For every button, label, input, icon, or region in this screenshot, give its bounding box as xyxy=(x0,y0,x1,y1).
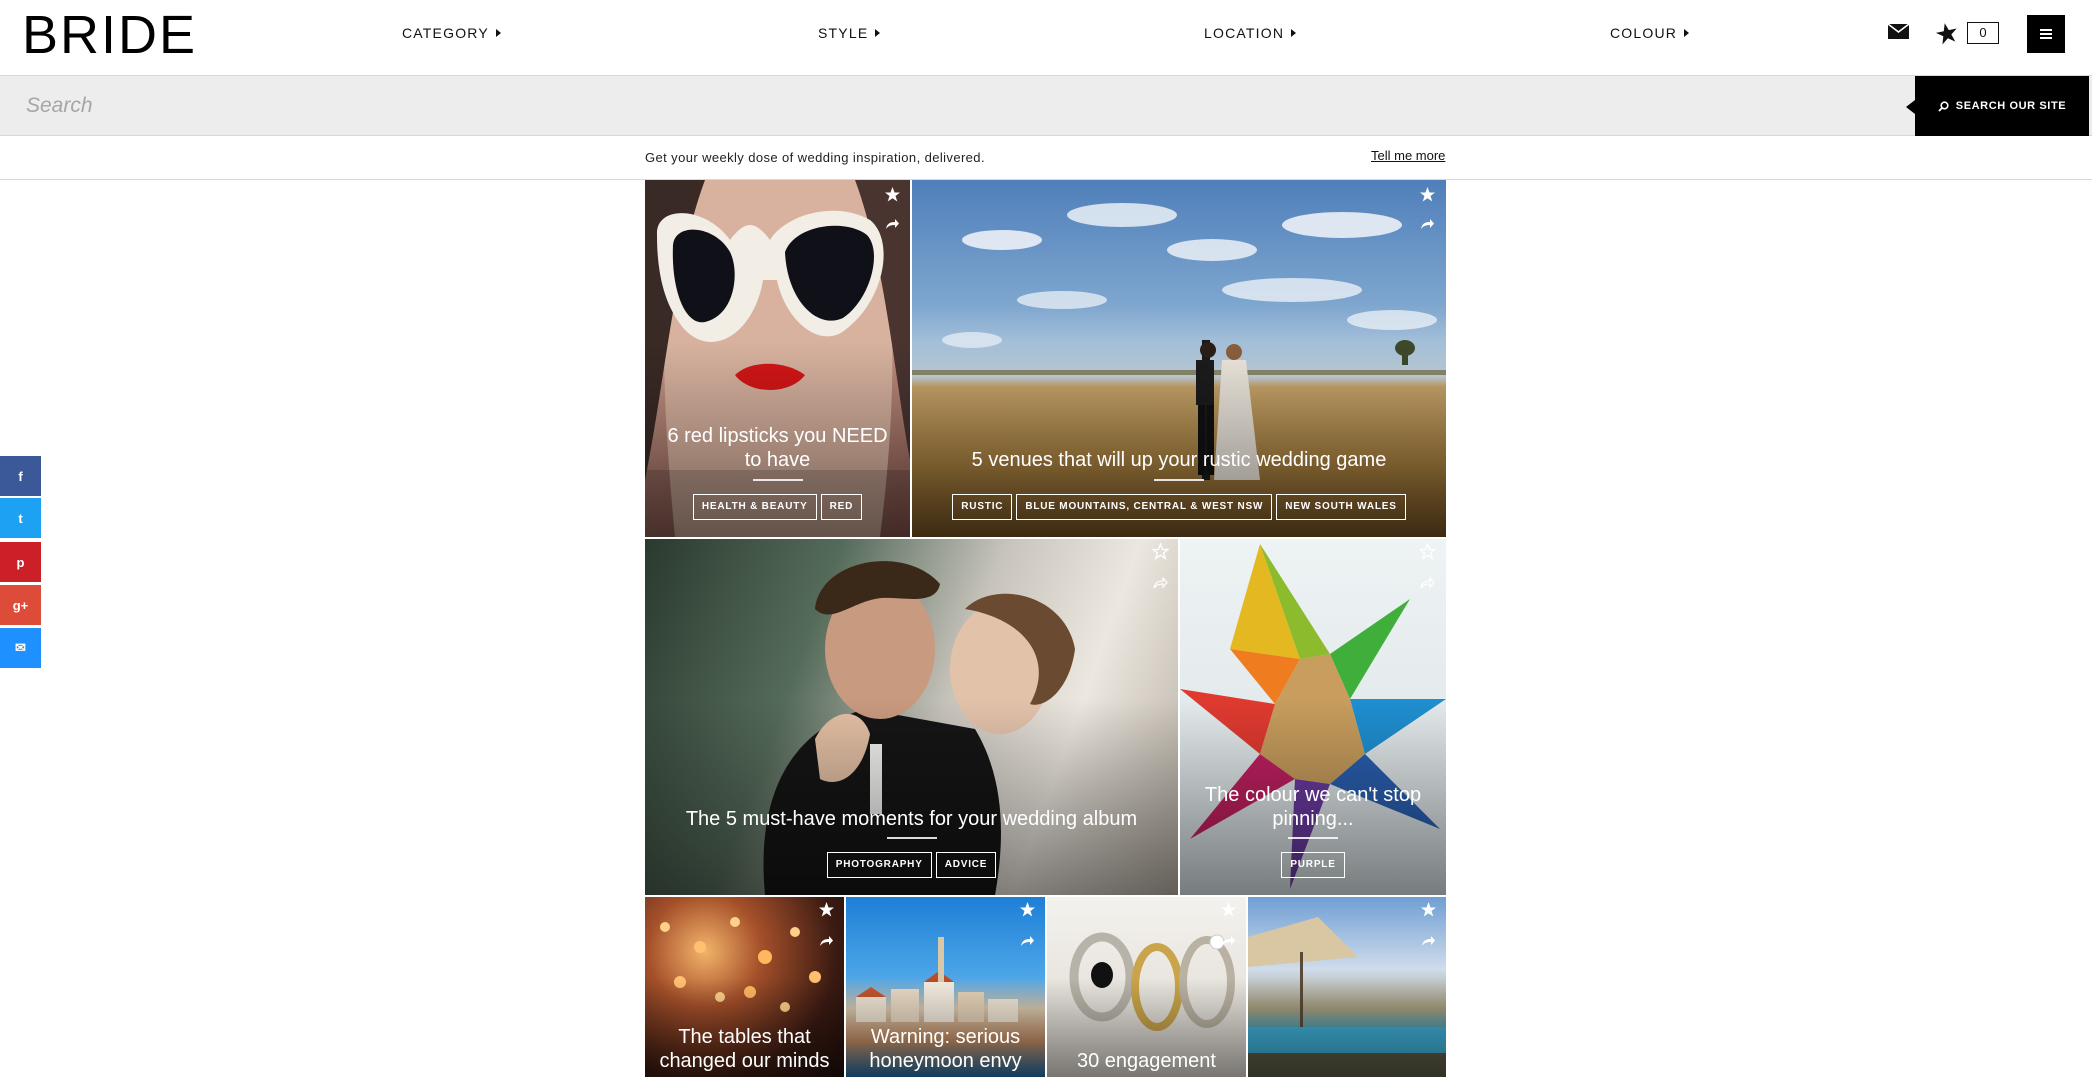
tile-title[interactable]: 5 venues that will up your rustic weddin… xyxy=(924,448,1434,472)
facebook-share-button[interactable]: f xyxy=(0,456,41,496)
star-icon[interactable] xyxy=(884,186,901,203)
share-icon[interactable] xyxy=(1020,935,1035,947)
share-icon[interactable] xyxy=(1420,577,1435,589)
tile-title[interactable]: The colour we can't stop pinning... xyxy=(1192,783,1434,831)
nav-location[interactable]: LOCATION xyxy=(1204,25,1297,41)
article-tile[interactable]: The colour we can't stop pinning... PURP… xyxy=(1180,539,1446,895)
nav-category[interactable]: CATEGORY xyxy=(402,25,501,41)
tag-list: HEALTH & BEAUTY RED xyxy=(645,494,910,520)
tag[interactable]: HEALTH & BEAUTY xyxy=(692,494,817,520)
google-plus-share-button[interactable]: g+ xyxy=(0,585,41,625)
pinterest-share-button[interactable]: p xyxy=(0,542,41,582)
tile-title[interactable]: The 5 must-have moments for your wedding… xyxy=(657,807,1166,831)
hamburger-icon xyxy=(2040,29,2052,31)
title-divider xyxy=(1288,837,1338,839)
share-icon[interactable] xyxy=(1421,935,1436,947)
share-icon[interactable] xyxy=(885,218,900,230)
nav-style[interactable]: STYLE xyxy=(818,25,881,41)
nav-style-label: STYLE xyxy=(818,25,869,41)
caret-right-icon xyxy=(875,29,881,37)
hamburger-line xyxy=(2040,33,2052,35)
email-icon: ✉ xyxy=(15,640,26,655)
caret-right-icon xyxy=(1291,29,1297,37)
search-bar: SEARCH OUR SITE xyxy=(0,76,2092,136)
star-icon[interactable] xyxy=(1419,186,1436,203)
facebook-icon: f xyxy=(18,468,23,484)
tile-title[interactable]: 6 red lipsticks you NEED to have xyxy=(657,424,898,472)
nav-location-label: LOCATION xyxy=(1204,25,1285,41)
star-icon[interactable] xyxy=(1420,901,1437,918)
tag[interactable]: PHOTOGRAPHY xyxy=(826,852,932,878)
article-tile[interactable]: Warning: serious honeymoon envy xyxy=(846,897,1045,1077)
mail-icon[interactable] xyxy=(1888,24,1909,39)
tile-title[interactable]: The tables that changed our minds xyxy=(657,1025,832,1073)
tile-gradient xyxy=(645,539,1178,895)
tag[interactable]: BLUE MOUNTAINS, CENTRAL & WEST NSW xyxy=(1016,494,1273,520)
newsletter-link[interactable]: Tell me more xyxy=(1371,148,1445,163)
twitter-icon: t xyxy=(18,510,23,526)
tile-gradient xyxy=(645,180,910,537)
hamburger-line xyxy=(2040,37,2052,39)
share-icon[interactable] xyxy=(1420,218,1435,230)
article-tile[interactable]: The tables that changed our minds xyxy=(645,897,844,1077)
star-icon[interactable] xyxy=(1220,901,1237,918)
tile-gradient xyxy=(1248,897,1446,1077)
menu-button[interactable] xyxy=(2027,15,2065,53)
star-icon[interactable] xyxy=(1152,543,1169,560)
search-button[interactable]: SEARCH OUR SITE xyxy=(1906,76,2089,136)
search-input[interactable] xyxy=(0,76,1914,135)
star-icon[interactable] xyxy=(818,901,835,918)
tag-list: PURPLE xyxy=(1180,852,1446,878)
article-tile[interactable]: 6 red lipsticks you NEED to have HEALTH … xyxy=(645,180,910,537)
caret-right-icon xyxy=(1684,29,1690,37)
search-button-label: SEARCH OUR SITE xyxy=(1955,100,2067,112)
article-tile[interactable]: 5 venues that will up your rustic weddin… xyxy=(912,180,1446,537)
tile-gradient xyxy=(912,180,1446,537)
search-icon xyxy=(1938,100,1949,112)
pinterest-icon: p xyxy=(16,554,25,570)
tag[interactable]: ADVICE xyxy=(935,852,997,878)
caret-right-icon xyxy=(495,29,501,37)
star-icon[interactable] xyxy=(1935,22,1959,46)
title-divider xyxy=(752,479,803,481)
tile-title[interactable]: Warning: serious honeymoon envy xyxy=(858,1025,1033,1073)
nav-category-label: CATEGORY xyxy=(402,25,489,41)
title-divider xyxy=(886,837,937,839)
tag[interactable]: RUSTIC xyxy=(952,494,1013,520)
favourites-count[interactable]: 0 xyxy=(1967,22,1999,44)
star-icon[interactable] xyxy=(1019,901,1036,918)
tile-title[interactable]: 30 engagement xyxy=(1059,1049,1234,1073)
tag-list: PHOTOGRAPHY ADVICE xyxy=(645,852,1178,878)
article-tile[interactable] xyxy=(1248,897,1446,1077)
site-header: BRIDE CATEGORY STYLE LOCATION COLOUR 0 xyxy=(0,0,2092,76)
article-tile[interactable]: 30 engagement xyxy=(1047,897,1246,1077)
email-share-button[interactable]: ✉ xyxy=(0,628,41,668)
tag-list: RUSTIC BLUE MOUNTAINS, CENTRAL & WEST NS… xyxy=(912,494,1446,520)
star-icon[interactable] xyxy=(1419,543,1436,560)
newsletter-text: Get your weekly dose of wedding inspirat… xyxy=(645,150,985,165)
nav-colour[interactable]: COLOUR xyxy=(1610,25,1690,41)
share-icon[interactable] xyxy=(1221,935,1236,947)
article-grid: 6 red lipsticks you NEED to have HEALTH … xyxy=(645,180,1446,1077)
share-icon[interactable] xyxy=(1153,577,1168,589)
share-icon[interactable] xyxy=(819,935,834,947)
article-tile[interactable]: The 5 must-have moments for your wedding… xyxy=(645,539,1178,895)
tile-gradient xyxy=(1180,539,1446,895)
nav-colour-label: COLOUR xyxy=(1610,25,1678,41)
newsletter-banner: Get your weekly dose of wedding inspirat… xyxy=(0,137,2092,180)
title-divider xyxy=(1154,479,1204,481)
site-logo[interactable]: BRIDE xyxy=(22,8,197,62)
tag[interactable]: NEW SOUTH WALES xyxy=(1276,494,1406,520)
tag[interactable]: PURPLE xyxy=(1281,852,1345,878)
google-plus-icon: g+ xyxy=(12,597,29,613)
tag[interactable]: RED xyxy=(820,494,863,520)
twitter-share-button[interactable]: t xyxy=(0,498,41,538)
